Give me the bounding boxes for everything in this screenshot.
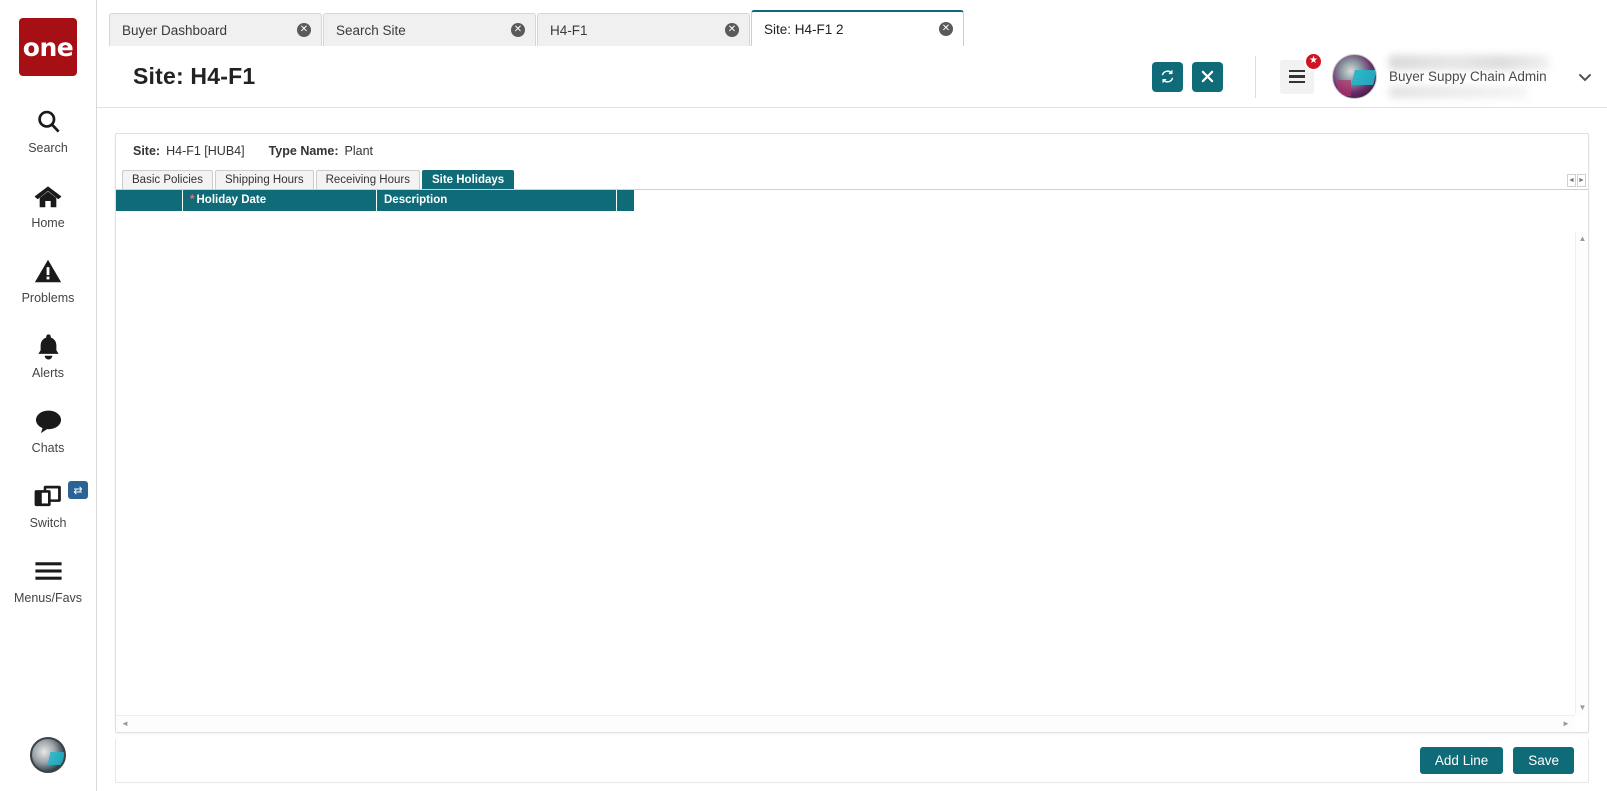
site-detail-card: Site: H4-F1 [HUB4] Type Name: Plant Basi… — [115, 133, 1589, 733]
scroll-down-icon[interactable]: ▼ — [1576, 701, 1589, 714]
sidebar-item-alerts[interactable]: Alerts — [0, 331, 96, 380]
type-name-value: Plant — [344, 144, 374, 158]
workspace-tab-search-site[interactable]: Search Site ✕ — [323, 13, 536, 46]
sidebar-item-home[interactable]: Home — [0, 181, 96, 230]
close-icon[interactable]: ✕ — [725, 23, 739, 37]
sidebar-item-label: Search — [28, 141, 68, 155]
workspace-tabstrip: Buyer Dashboard ✕ Search Site ✕ H4-F1 ✕ … — [97, 0, 1607, 46]
grid-col-label: Holiday Date — [196, 194, 267, 206]
one-network-logo[interactable]: one — [19, 18, 77, 76]
close-icon[interactable]: ✕ — [297, 23, 311, 37]
hamburger-menu-icon — [1289, 69, 1305, 84]
tab-basic-policies[interactable]: Basic Policies — [122, 170, 213, 189]
site-label: Site: — [133, 144, 161, 158]
tab-scroll-left-icon[interactable]: ◄ — [1567, 174, 1576, 187]
form-tabs: Basic Policies Shipping Hours Receiving … — [116, 168, 1588, 190]
scroll-left-icon[interactable]: ◄ — [118, 716, 132, 732]
footer-action-bar: Add Line Save — [115, 739, 1589, 783]
left-sidebar: one Search Home Problems Alerts Chats ⇄ … — [0, 0, 97, 791]
user-role-label: Buyer Suppy Chain Admin — [1389, 68, 1547, 84]
site-summary-row: Site: H4-F1 [HUB4] Type Name: Plant — [116, 134, 1588, 168]
sidebar-item-label: Home — [31, 216, 65, 230]
workspace-tab-site-h4-f1-2[interactable]: Site: H4-F1 2 ✕ — [751, 10, 964, 46]
grid-col-description[interactable]: Description — [377, 190, 617, 211]
swap-arrows-icon[interactable]: ⇄ — [68, 481, 88, 499]
type-name-label: Type Name: — [268, 144, 339, 158]
tab-shipping-hours[interactable]: Shipping Hours — [214, 170, 314, 189]
user-company-redacted — [1389, 85, 1527, 98]
add-line-button[interactable]: Add Line — [1419, 747, 1504, 774]
header-divider — [1255, 55, 1256, 98]
tab-receiving-hours[interactable]: Receiving Hours — [315, 170, 420, 189]
close-page-button[interactable] — [1192, 61, 1223, 92]
chevron-down-icon[interactable] — [1577, 69, 1593, 85]
tab-label: H4-F1 — [550, 22, 588, 38]
sidebar-item-chats[interactable]: Chats — [0, 406, 96, 455]
sidebar-item-switch[interactable]: ⇄ Switch — [0, 481, 96, 530]
save-button[interactable]: Save — [1513, 747, 1574, 774]
sidebar-item-label: Menus/Favs — [13, 591, 83, 605]
site-value: H4-F1 [HUB4] — [166, 144, 245, 158]
refresh-icon — [1160, 69, 1175, 84]
sidebar-nav: Search Home Problems Alerts Chats ⇄ Swit… — [0, 106, 96, 605]
header-actions: ★ Buyer Suppy Chain Admin — [1143, 51, 1593, 100]
sidebar-item-label: Switch — [29, 516, 67, 530]
tab-scroll-right-icon[interactable]: ► — [1577, 174, 1586, 187]
search-icon — [35, 106, 62, 136]
avatar[interactable] — [1332, 54, 1377, 99]
grid-col-select — [116, 190, 183, 211]
sidebar-item-label: Problems — [21, 291, 75, 305]
grid-header-row: * Holiday Date Description — [116, 190, 634, 211]
close-x-icon — [1201, 70, 1214, 83]
windows-stack-icon — [33, 481, 63, 511]
page-title: Site: H4-F1 — [133, 63, 256, 89]
grid-col-label: Description — [384, 194, 448, 206]
scroll-right-icon[interactable]: ► — [1559, 716, 1573, 732]
grid-horizontal-scrollbar[interactable]: ◄ ► — [116, 715, 1575, 732]
warning-triangle-icon — [34, 256, 62, 286]
close-icon[interactable]: ✕ — [511, 23, 525, 37]
sidebar-item-problems[interactable]: Problems — [0, 256, 96, 305]
user-name-redacted — [1389, 54, 1549, 70]
app-root: one Search Home Problems Alerts Chats ⇄ … — [0, 0, 1607, 791]
refresh-button[interactable] — [1152, 61, 1183, 92]
workspace-tab-h4-f1[interactable]: H4-F1 ✕ — [537, 13, 750, 46]
main-area: Buyer Dashboard ✕ Search Site ✕ H4-F1 ✕ … — [97, 0, 1607, 791]
tab-label: Site: H4-F1 2 — [764, 21, 844, 37]
tab-scroll-arrows: ◄ ► — [1567, 174, 1586, 187]
tab-label: Search Site — [336, 22, 406, 38]
close-icon[interactable]: ✕ — [939, 22, 953, 36]
scroll-up-icon[interactable]: ▲ — [1576, 232, 1589, 245]
page-header: Site: H4-F1 ★ Buyer Suppy Chain Admin — [97, 46, 1607, 108]
user-info-block[interactable]: Buyer Suppy Chain Admin — [1389, 54, 1569, 100]
workspace-tab-buyer-dashboard[interactable]: Buyer Dashboard ✕ — [109, 13, 322, 46]
sidebar-item-label: Chats — [31, 441, 65, 455]
sidebar-item-label: Alerts — [32, 366, 64, 380]
tab-label: Buyer Dashboard — [122, 22, 228, 38]
logo-text: one — [22, 32, 74, 62]
sidebar-item-search[interactable]: Search — [0, 106, 96, 155]
grid-col-spacer — [617, 190, 634, 211]
grid-body-empty — [116, 232, 1588, 714]
chat-bubble-icon — [34, 406, 63, 436]
sidebar-user-avatar[interactable] — [30, 737, 66, 773]
required-marker: * — [190, 194, 195, 206]
home-icon — [33, 181, 63, 211]
star-icon: ★ — [1304, 51, 1323, 71]
sidebar-item-menus-favs[interactable]: Menus/Favs — [0, 556, 96, 605]
notifications-menu-button[interactable]: ★ — [1280, 51, 1323, 94]
hamburger-icon — [34, 556, 63, 586]
grid-vertical-scrollbar[interactable]: ▲ ▼ — [1575, 232, 1588, 714]
bell-icon — [36, 331, 61, 361]
tab-site-holidays[interactable]: Site Holidays — [421, 170, 515, 189]
grid-col-holiday-date[interactable]: * Holiday Date — [183, 190, 377, 211]
